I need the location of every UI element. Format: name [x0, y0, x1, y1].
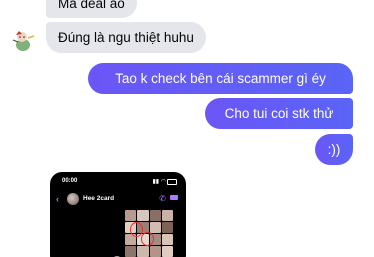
outgoing-message[interactable]: Cho tui coi stk thử — [205, 98, 353, 129]
contact-avatar — [67, 193, 79, 205]
chevron-left-icon: ‹ — [56, 194, 59, 204]
video-camera-icon — [170, 195, 178, 200]
incoming-message[interactable]: Đúng là ngu thiệt huhu — [46, 22, 206, 53]
incoming-message[interactable]: Mà deal ảo — [46, 0, 137, 18]
image-attachment[interactable]: 00:00 ▮▮ ◠ ‹ Hee 2card ✆ — [50, 172, 186, 257]
signal-icon: ▮▮ ◠ — [152, 179, 166, 185]
contact-name: Hee 2card — [83, 195, 115, 202]
sticker-avatar-icon[interactable] — [10, 28, 36, 52]
outgoing-message[interactable]: :)) — [315, 134, 353, 165]
status-time: 00:00 — [62, 178, 78, 184]
outgoing-message[interactable]: Tao k check bên cái scammer gì éy — [88, 63, 353, 94]
phone-icon: ✆ — [159, 194, 166, 203]
chat-thread: Mà deal ảo Đúng là ngu thiệt huhu Tao k … — [0, 0, 374, 257]
highlight-circle — [141, 232, 154, 246]
battery-icon — [167, 179, 177, 185]
